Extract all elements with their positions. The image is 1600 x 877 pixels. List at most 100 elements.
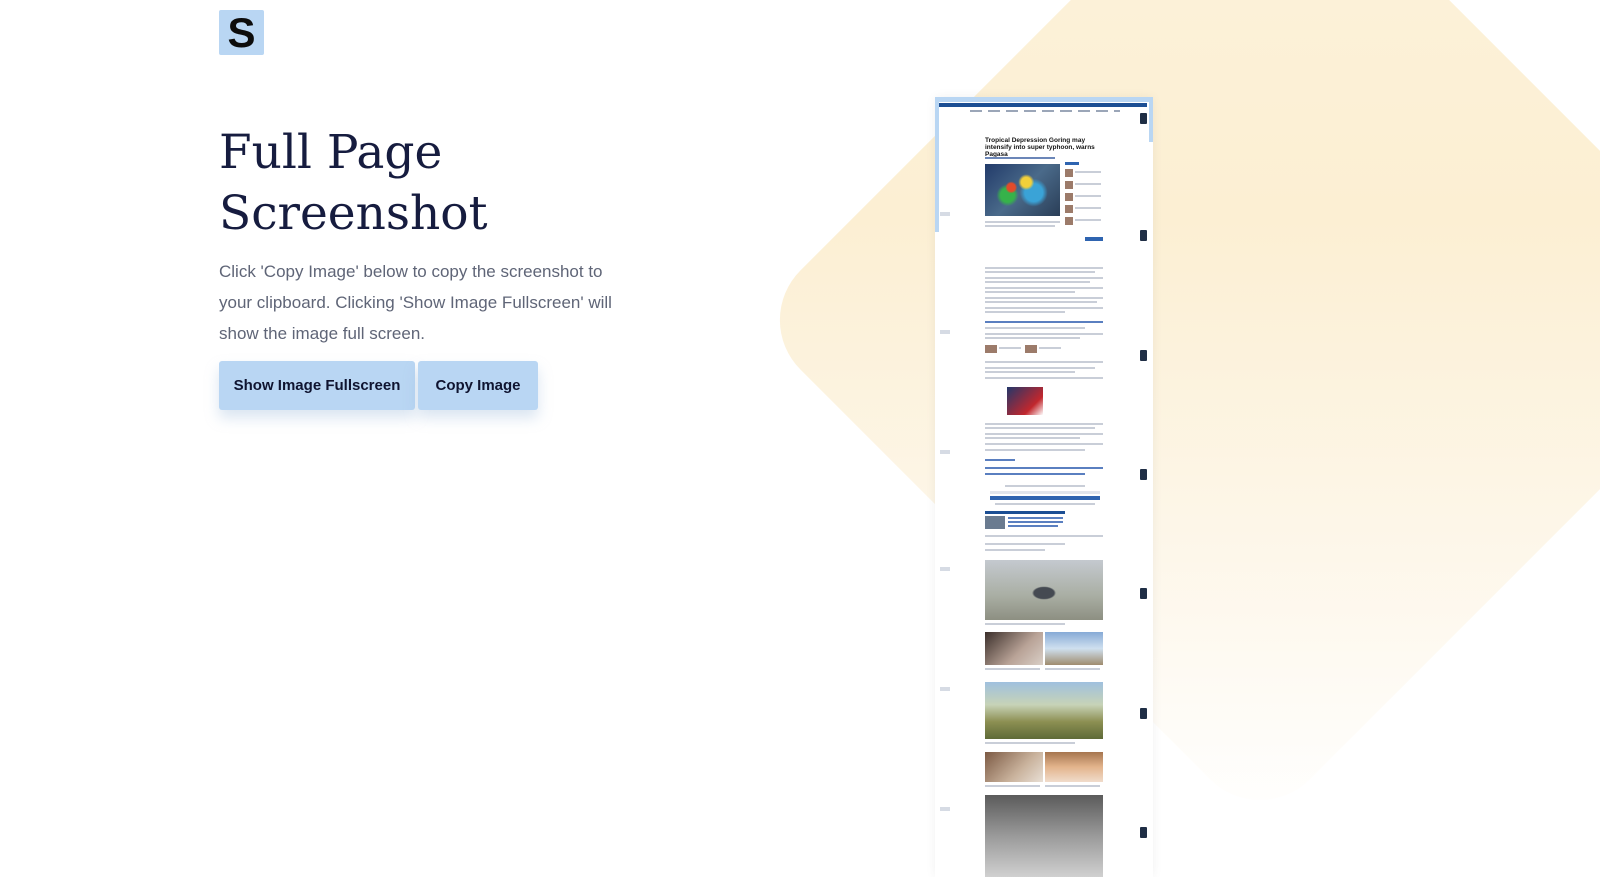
preview-paragraph xyxy=(985,277,1103,279)
preview-link-line xyxy=(985,321,1103,323)
preview-paragraph xyxy=(985,433,1103,435)
preview-margin-mark xyxy=(940,330,950,334)
preview-paragraph xyxy=(985,291,1075,293)
preview-text-line xyxy=(1075,171,1101,173)
preview-margin-mark xyxy=(940,687,950,691)
preview-margin-mark xyxy=(940,450,950,454)
preview-nav-bar xyxy=(939,103,1147,107)
preview-caption xyxy=(985,225,1055,227)
preview-thumb xyxy=(1065,193,1073,201)
preview-helicopter-image xyxy=(985,560,1103,620)
show-fullscreen-button[interactable]: Show Image Fullscreen xyxy=(219,361,415,410)
preview-margin-mark xyxy=(940,212,950,216)
preview-paragraph xyxy=(985,535,1103,537)
preview-paragraph xyxy=(985,287,1103,289)
preview-text-line xyxy=(1005,485,1085,487)
preview-link-line xyxy=(1008,525,1058,527)
preview-thumb xyxy=(1065,169,1073,177)
background-shape xyxy=(750,0,1600,830)
preview-side-icon xyxy=(1140,827,1147,838)
preview-scroll-indicator xyxy=(1149,97,1153,142)
preview-paragraph xyxy=(985,443,1103,445)
preview-caption xyxy=(1045,668,1100,670)
preview-text-line xyxy=(995,503,1095,505)
preview-side-icon xyxy=(1140,350,1147,361)
preview-article-image xyxy=(1045,752,1103,782)
app-logo: S xyxy=(219,10,264,55)
preview-text-line xyxy=(1075,195,1101,197)
preview-paragraph xyxy=(985,449,1085,451)
preview-thumb xyxy=(1025,345,1037,353)
preview-paragraph xyxy=(985,437,1080,439)
preview-headline: Tropical Depression Goring may intensify… xyxy=(985,137,1095,158)
preview-caption xyxy=(985,742,1075,744)
preview-link-line xyxy=(985,459,1015,461)
preview-weather-map-image xyxy=(985,164,1060,216)
preview-caption xyxy=(985,668,1040,670)
preview-thumb xyxy=(985,345,997,353)
preview-paragraph xyxy=(985,271,1095,273)
preview-paragraph xyxy=(985,371,1075,373)
preview-thumb xyxy=(985,516,1005,529)
screenshot-preview[interactable]: Tropical Depression Goring may intensify… xyxy=(935,97,1153,877)
preview-link-line xyxy=(1008,521,1063,523)
preview-button xyxy=(1085,237,1103,241)
preview-side-icon xyxy=(1140,230,1147,241)
page-title: Full Page Screenshot xyxy=(219,125,488,241)
copy-image-button[interactable]: Copy Image xyxy=(418,361,538,410)
preview-link-line xyxy=(1008,517,1063,519)
preview-side-icon xyxy=(1140,708,1147,719)
preview-margin-mark xyxy=(940,807,950,811)
preview-paragraph xyxy=(985,297,1103,299)
preview-left-bar xyxy=(935,97,939,232)
logo-letter: S xyxy=(227,8,256,56)
preview-link-line xyxy=(985,467,1103,469)
preview-paragraph xyxy=(985,367,1095,369)
preview-top-bar xyxy=(935,97,1153,102)
preview-text-line xyxy=(999,347,1021,349)
preview-sidebar-tab xyxy=(1065,162,1079,165)
preview-caption xyxy=(985,623,1065,625)
preview-paragraph xyxy=(985,327,1085,329)
preview-portrait-image xyxy=(985,795,1103,877)
preview-article-image xyxy=(985,752,1043,782)
preview-thumb xyxy=(1065,205,1073,213)
preview-subscribe-button xyxy=(990,496,1100,500)
preview-paragraph xyxy=(985,337,1080,339)
preview-thumb xyxy=(1065,217,1073,225)
preview-paragraph xyxy=(985,267,1103,269)
preview-text-line xyxy=(1075,183,1101,185)
preview-paragraph xyxy=(985,377,1103,379)
preview-thumb xyxy=(1065,181,1073,189)
preview-ad-image xyxy=(1007,387,1043,415)
preview-side-icon xyxy=(1140,469,1147,480)
preview-paragraph xyxy=(985,307,1103,309)
preview-sub-nav xyxy=(970,110,1120,112)
preview-caption xyxy=(1045,785,1100,787)
page-description: Click 'Copy Image' below to copy the scr… xyxy=(219,262,612,343)
preview-paragraph xyxy=(985,311,1065,313)
preview-side-icon xyxy=(1140,588,1147,599)
preview-margin-mark xyxy=(940,567,950,571)
preview-text-line xyxy=(1075,219,1101,221)
preview-text-line xyxy=(1075,207,1101,209)
preview-byline xyxy=(985,157,1055,159)
preview-text-line xyxy=(1039,347,1061,349)
preview-side-icon xyxy=(1140,113,1147,124)
preview-paragraph xyxy=(985,361,1103,363)
preview-section-header xyxy=(985,511,1065,514)
preview-article-image xyxy=(985,632,1043,665)
preview-paragraph xyxy=(985,427,1095,429)
preview-link-line xyxy=(985,473,1085,475)
preview-paragraph xyxy=(985,333,1103,335)
preview-castle-image xyxy=(985,682,1103,739)
preview-paragraph xyxy=(985,423,1103,425)
preview-paragraph xyxy=(985,549,1045,551)
preview-paragraph xyxy=(985,301,1097,303)
preview-caption xyxy=(985,785,1040,787)
preview-caption xyxy=(985,221,1060,223)
preview-article-image xyxy=(1045,632,1103,665)
preview-input xyxy=(990,491,1100,494)
preview-paragraph xyxy=(985,281,1090,283)
preview-paragraph xyxy=(985,543,1065,545)
